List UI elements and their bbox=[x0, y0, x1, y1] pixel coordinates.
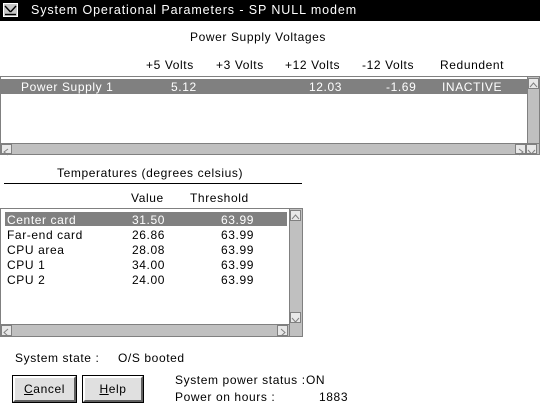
temps-heading-divider bbox=[4, 183, 302, 184]
list-item[interactable]: Power Supply 1 5.12 12.03 -1.69 INACTIVE bbox=[1, 79, 527, 94]
help-button[interactable]: Help bbox=[82, 375, 144, 403]
col-threshold-header: Threshold bbox=[190, 191, 249, 205]
list-item[interactable]: CPU 2 24.00 63.99 bbox=[7, 272, 287, 287]
power-hours-label: Power on hours : bbox=[175, 390, 276, 404]
scroll-up-icon[interactable] bbox=[528, 78, 539, 89]
redundant-status: INACTIVE bbox=[442, 80, 503, 94]
power-horizontal-scrollbar[interactable] bbox=[1, 143, 539, 156]
list-item[interactable]: CPU area 28.08 63.99 bbox=[7, 242, 287, 257]
window-title: System Operational Parameters - SP NULL … bbox=[31, 3, 358, 17]
temp-value: 24.00 bbox=[132, 273, 166, 287]
temp-threshold: 63.99 bbox=[221, 243, 255, 257]
system-menu-icon[interactable] bbox=[3, 3, 18, 17]
temp-value: 28.08 bbox=[132, 243, 166, 257]
scroll-left-icon[interactable] bbox=[1, 144, 12, 156]
col-redundant-header: Redundent bbox=[440, 58, 505, 72]
temps-heading: Temperatures (degrees celsius) bbox=[57, 166, 244, 180]
col-5v-header: +5 Volts bbox=[146, 58, 194, 72]
cancel-label-rest: ancel bbox=[33, 382, 65, 396]
list-item[interactable]: Center card 31.50 63.99 bbox=[5, 212, 287, 227]
temp-threshold: 63.99 bbox=[221, 213, 255, 227]
system-state-label: System state : bbox=[15, 351, 100, 365]
temp-threshold: 63.99 bbox=[221, 228, 255, 242]
col-3v-header: +3 Volts bbox=[216, 58, 264, 72]
cancel-mnemonic: C bbox=[24, 382, 34, 396]
temps-horizontal-scrollbar[interactable] bbox=[1, 324, 289, 337]
power-vertical-scrollbar[interactable] bbox=[527, 77, 539, 143]
temperature-list[interactable]: Center card 31.50 63.99 Far-end card 26.… bbox=[0, 208, 303, 337]
scroll-left-icon[interactable] bbox=[1, 325, 12, 337]
col-12v-header: +12 Volts bbox=[285, 58, 341, 72]
list-item[interactable]: Far-end card 26.86 63.99 bbox=[7, 227, 287, 242]
power-12v-value: 12.03 bbox=[309, 80, 343, 94]
help-label-rest: elp bbox=[108, 382, 127, 396]
power-status-value: ON bbox=[306, 373, 326, 387]
scroll-up-icon[interactable] bbox=[290, 210, 301, 221]
power-heading: Power Supply Voltages bbox=[190, 30, 327, 44]
scroll-down-icon[interactable] bbox=[526, 144, 537, 155]
temp-threshold: 63.99 bbox=[221, 258, 255, 272]
power-status-label: System power status : bbox=[175, 373, 306, 387]
temp-name: CPU 1 bbox=[7, 258, 46, 272]
temp-name: CPU 2 bbox=[7, 273, 46, 287]
scroll-down-icon[interactable] bbox=[290, 312, 301, 323]
temp-value: 26.86 bbox=[132, 228, 166, 242]
temp-name: Center card bbox=[7, 213, 77, 227]
col-value-header: Value bbox=[131, 191, 164, 205]
temp-name: CPU area bbox=[7, 243, 65, 257]
power-5v-value: 5.12 bbox=[171, 80, 197, 94]
scroll-right-icon[interactable] bbox=[277, 325, 288, 337]
temp-value: 34.00 bbox=[132, 258, 166, 272]
power-hours-value: 1883 bbox=[319, 390, 349, 404]
list-item[interactable]: CPU 1 34.00 63.99 bbox=[7, 257, 287, 272]
col-neg12v-header: -12 Volts bbox=[362, 58, 415, 72]
temps-vertical-scrollbar[interactable] bbox=[289, 209, 302, 336]
temp-threshold: 63.99 bbox=[221, 273, 255, 287]
temp-value: 31.50 bbox=[132, 213, 166, 227]
power-supply-list[interactable]: Power Supply 1 5.12 12.03 -1.69 INACTIVE bbox=[0, 76, 540, 156]
cancel-button[interactable]: Cancel bbox=[12, 375, 77, 403]
system-state-value: O/S booted bbox=[118, 351, 185, 365]
temp-name: Far-end card bbox=[7, 228, 83, 242]
title-bar: System Operational Parameters - SP NULL … bbox=[0, 0, 540, 21]
scroll-right-icon[interactable] bbox=[515, 144, 526, 156]
help-mnemonic: H bbox=[99, 382, 109, 396]
power-supply-name: Power Supply 1 bbox=[21, 80, 114, 94]
power-neg12v-value: -1.69 bbox=[386, 80, 417, 94]
